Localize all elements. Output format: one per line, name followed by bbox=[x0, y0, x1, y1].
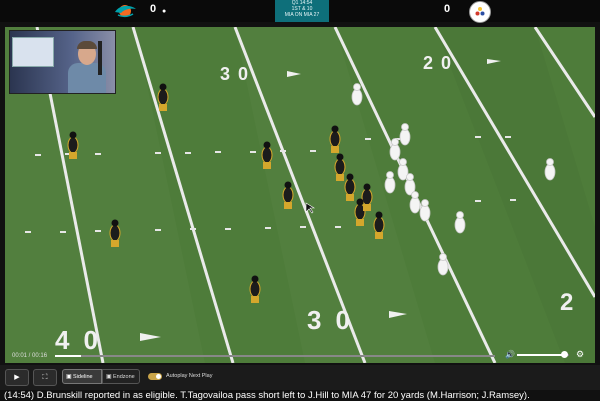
yard-number-40-bottom: 40 bbox=[55, 325, 112, 355]
fullscreen-icon: ⛶ bbox=[42, 374, 48, 381]
volume-knob[interactable] bbox=[560, 351, 568, 358]
microphone-icon bbox=[98, 41, 102, 75]
control-bar: ▶ ⛶ ▣ Sideline ▣ Endzone Autoplay Next P… bbox=[0, 365, 600, 390]
camera-angle-toggle: ▣ Sideline ▣ Endzone bbox=[62, 369, 140, 384]
fullscreen-button[interactable]: ⛶ bbox=[33, 369, 57, 386]
video-camera-icon: ▣ bbox=[106, 374, 112, 380]
volume-fill bbox=[517, 354, 564, 356]
volume-icon[interactable]: 🔊 bbox=[505, 350, 515, 359]
yard-number-30-bottom: 30 bbox=[307, 305, 364, 335]
progress-fill bbox=[55, 355, 82, 357]
yard-number-30-top: 30 bbox=[220, 64, 256, 84]
play-icon: ▶ bbox=[14, 374, 20, 381]
progress-bar[interactable] bbox=[55, 355, 495, 357]
yard-number-20-top: 20 bbox=[423, 53, 459, 73]
steelers-logo-icon bbox=[469, 1, 491, 23]
time-display: 00:01 / 00:16 bbox=[12, 353, 48, 359]
volume-slider[interactable] bbox=[517, 351, 569, 358]
autoplay-toggle[interactable] bbox=[148, 373, 162, 380]
tab-sideline[interactable]: ▣ Sideline bbox=[62, 369, 102, 384]
play-button[interactable]: ▶ bbox=[5, 369, 29, 386]
autoplay-label: Autoplay Next Play bbox=[166, 373, 213, 379]
home-team-panel: 0 ● bbox=[0, 0, 275, 22]
video-camera-icon: ▣ bbox=[66, 374, 72, 380]
away-score: 0 bbox=[444, 3, 451, 15]
game-clock-box: Q1 14:54 1ST & 10 MIA ON MIA 27 bbox=[275, 0, 329, 22]
webcam-overlay bbox=[9, 30, 116, 94]
settings-gear-icon[interactable]: ⚙ bbox=[576, 349, 584, 360]
yard-number-2-bottom: 2 bbox=[560, 289, 573, 316]
scoreboard-bar: 0 ● Q1 14:54 1ST & 10 MIA ON MIA 27 0 bbox=[0, 0, 600, 23]
time-current: 00:01 bbox=[12, 353, 28, 359]
time-total: 00:16 bbox=[32, 353, 48, 359]
monitor-screen bbox=[12, 37, 54, 67]
dolphins-logo-icon bbox=[115, 5, 136, 18]
home-score: 0 bbox=[150, 3, 157, 15]
field-position: MIA ON MIA 27 bbox=[284, 12, 320, 18]
tab-endzone[interactable]: ▣ Endzone bbox=[102, 369, 140, 384]
possession-indicator: ● bbox=[162, 8, 167, 15]
autoplay-toggle-knob bbox=[156, 374, 161, 379]
